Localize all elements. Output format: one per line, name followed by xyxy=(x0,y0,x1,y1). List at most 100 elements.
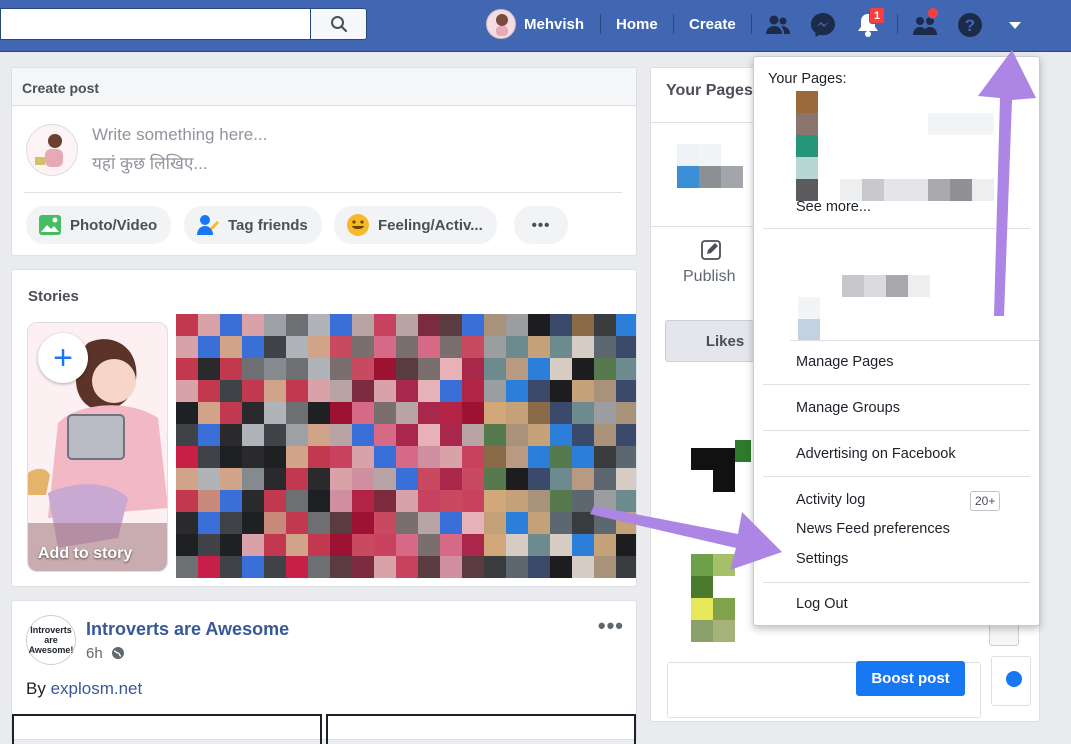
manage-groups-item[interactable]: Manage Groups xyxy=(796,400,900,416)
settings-item[interactable]: Settings xyxy=(796,551,848,567)
photo-video-button[interactable]: Photo/Video xyxy=(26,206,172,244)
story-thumbnail[interactable] xyxy=(330,314,484,578)
story-pixel xyxy=(440,314,462,336)
composer-placeholder-hindi[interactable]: यहां कुछ लिखिए... xyxy=(92,151,208,174)
story-pixel xyxy=(506,446,528,468)
story-pixel xyxy=(220,424,242,446)
story-pixel xyxy=(528,534,550,556)
story-pixel xyxy=(506,556,528,578)
story-pixel xyxy=(462,358,484,380)
home-link[interactable]: Home xyxy=(616,16,658,33)
photo-video-label: Photo/Video xyxy=(70,216,158,234)
story-pixel xyxy=(286,556,308,578)
help-icon: ? xyxy=(958,13,982,37)
page-thumbnail[interactable] xyxy=(677,144,743,188)
search-icon xyxy=(330,16,347,33)
post-link[interactable]: explosm.net xyxy=(51,679,143,698)
tag-friends-icon xyxy=(196,213,220,237)
friend-requests-button[interactable] xyxy=(763,10,793,40)
publish-button[interactable]: Publish xyxy=(683,268,735,286)
log-out-item[interactable]: Log Out xyxy=(796,596,848,612)
story-pixel xyxy=(176,358,198,380)
create-post-header: Create post xyxy=(12,68,636,106)
story-pixel xyxy=(528,402,550,424)
news-feed-preferences-item[interactable]: News Feed preferences xyxy=(796,521,950,537)
story-pixel xyxy=(396,490,418,512)
post-image-frame-left xyxy=(12,714,322,744)
tag-friends-button[interactable]: Tag friends xyxy=(184,206,322,244)
activity-log-item[interactable]: Activity log xyxy=(796,492,865,508)
story-pixel xyxy=(374,358,396,380)
story-pixel xyxy=(550,314,572,336)
composer-placeholder[interactable]: Write something here... xyxy=(92,125,267,145)
story-pixel xyxy=(330,358,352,380)
notification-badge: 1 xyxy=(869,7,885,24)
nav-divider xyxy=(897,14,898,34)
story-pixel xyxy=(550,468,572,490)
story-pixel xyxy=(528,556,550,578)
activity-log-badge: 20+ xyxy=(970,491,1001,511)
story-pixel xyxy=(308,534,330,556)
see-more-link[interactable]: See more... xyxy=(796,199,871,215)
post-options-button[interactable]: ••• xyxy=(598,613,624,639)
story-pixel xyxy=(418,468,440,490)
story-pixel xyxy=(462,380,484,402)
account-menu-button[interactable] xyxy=(1000,10,1030,40)
messenger-button[interactable] xyxy=(808,10,838,40)
story-pixel xyxy=(506,336,528,358)
story-pixel xyxy=(572,490,594,512)
add-to-story-card[interactable]: + Add to story xyxy=(27,322,168,572)
help-button[interactable]: ? xyxy=(955,10,985,40)
story-pixel xyxy=(308,314,330,336)
story-pixel xyxy=(330,314,352,336)
story-pixel xyxy=(264,358,286,380)
notifications-button[interactable]: 1 xyxy=(853,7,885,40)
groups-button[interactable] xyxy=(910,7,940,40)
story-pixel xyxy=(396,512,418,534)
messenger-icon xyxy=(811,13,835,37)
boost-post-button[interactable]: Boost post xyxy=(856,661,965,696)
post-page-name[interactable]: Introverts are Awesome xyxy=(86,619,289,640)
story-pixel xyxy=(198,336,220,358)
story-pixel xyxy=(220,380,242,402)
story-pixel xyxy=(462,336,484,358)
globe-icon xyxy=(111,647,124,659)
story-pixel xyxy=(594,336,616,358)
story-pixel xyxy=(594,512,616,534)
story-pixel xyxy=(462,424,484,446)
story-pixel xyxy=(572,314,594,336)
stories-title: Stories xyxy=(28,288,79,305)
create-link[interactable]: Create xyxy=(689,16,736,33)
feeling-activity-button[interactable]: Feeling/Activ... xyxy=(334,206,497,244)
story-pixel xyxy=(616,336,636,358)
story-pixel xyxy=(374,402,396,424)
post-text-prefix: By xyxy=(26,679,51,698)
search-button[interactable] xyxy=(310,8,367,40)
advertising-item[interactable]: Advertising on Facebook xyxy=(796,446,956,462)
search-input[interactable] xyxy=(0,8,310,40)
story-pixel xyxy=(198,314,220,336)
story-pixel xyxy=(330,512,352,534)
story-pixel xyxy=(528,314,550,336)
more-actions-button[interactable]: ••• xyxy=(514,206,568,244)
page-like-icon-button[interactable] xyxy=(991,656,1031,706)
story-pixel xyxy=(396,314,418,336)
story-pixel xyxy=(286,534,308,556)
page-avatar[interactable]: Introverts are Awesome! xyxy=(26,615,76,665)
story-thumbnail[interactable] xyxy=(484,314,636,578)
post-time[interactable]: 6h xyxy=(86,645,103,662)
story-pixel xyxy=(242,446,264,468)
story-pixel xyxy=(440,380,462,402)
story-pixel xyxy=(616,468,636,490)
smiley-icon xyxy=(346,213,370,237)
svg-text:?: ? xyxy=(965,16,975,35)
story-pixel xyxy=(484,534,506,556)
manage-pages-item[interactable]: Manage Pages xyxy=(796,354,894,370)
profile-link[interactable]: Mehvish xyxy=(486,8,584,40)
post-text: By explosm.net xyxy=(26,679,142,699)
story-pixel xyxy=(198,512,220,534)
story-pixel xyxy=(308,424,330,446)
story-pixel xyxy=(198,556,220,578)
story-pixel xyxy=(418,534,440,556)
story-thumbnail[interactable] xyxy=(176,314,330,578)
